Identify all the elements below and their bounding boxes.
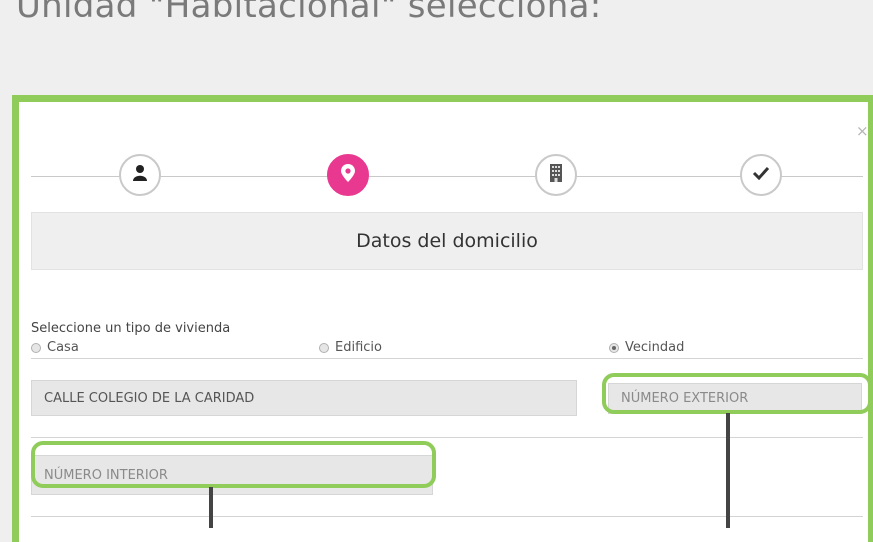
radio-edificio-circle[interactable] bbox=[319, 342, 329, 353]
step-personal-data[interactable] bbox=[119, 154, 161, 196]
radio-casa-label: Casa bbox=[47, 340, 79, 355]
radio-edificio-label: Edificio bbox=[335, 340, 382, 355]
divider bbox=[31, 437, 863, 438]
radio-casa[interactable]: Casa bbox=[31, 340, 79, 355]
location-pin-icon bbox=[340, 163, 356, 188]
housing-type-label: Seleccione un tipo de vivienda bbox=[31, 321, 231, 336]
step-housing[interactable] bbox=[535, 154, 577, 196]
street-field[interactable]: CALLE COLEGIO DE LA CARIDAD bbox=[31, 380, 577, 416]
divider bbox=[31, 358, 863, 359]
step-address[interactable] bbox=[327, 154, 369, 196]
radio-edificio[interactable]: Edificio bbox=[319, 340, 382, 355]
user-icon bbox=[132, 164, 148, 187]
interior-number-pointer bbox=[209, 487, 213, 528]
interior-number-highlight bbox=[31, 441, 436, 488]
exterior-number-highlight bbox=[602, 373, 872, 414]
radio-casa-circle[interactable] bbox=[31, 342, 41, 353]
section-title: Datos del domicilio bbox=[31, 212, 863, 270]
exterior-number-pointer bbox=[726, 413, 730, 528]
divider bbox=[31, 516, 863, 517]
step-confirm[interactable] bbox=[740, 154, 782, 196]
building-icon bbox=[549, 163, 563, 188]
radio-vecindad-label: Vecindad bbox=[625, 340, 685, 355]
close-icon[interactable]: × bbox=[856, 122, 869, 140]
radio-vecindad-circle[interactable] bbox=[609, 342, 619, 353]
checkmark-icon bbox=[752, 166, 770, 185]
radio-vecindad[interactable]: Vecindad bbox=[609, 340, 684, 355]
page-heading: Unidad "Habitacional" selecciona: bbox=[16, 0, 602, 26]
